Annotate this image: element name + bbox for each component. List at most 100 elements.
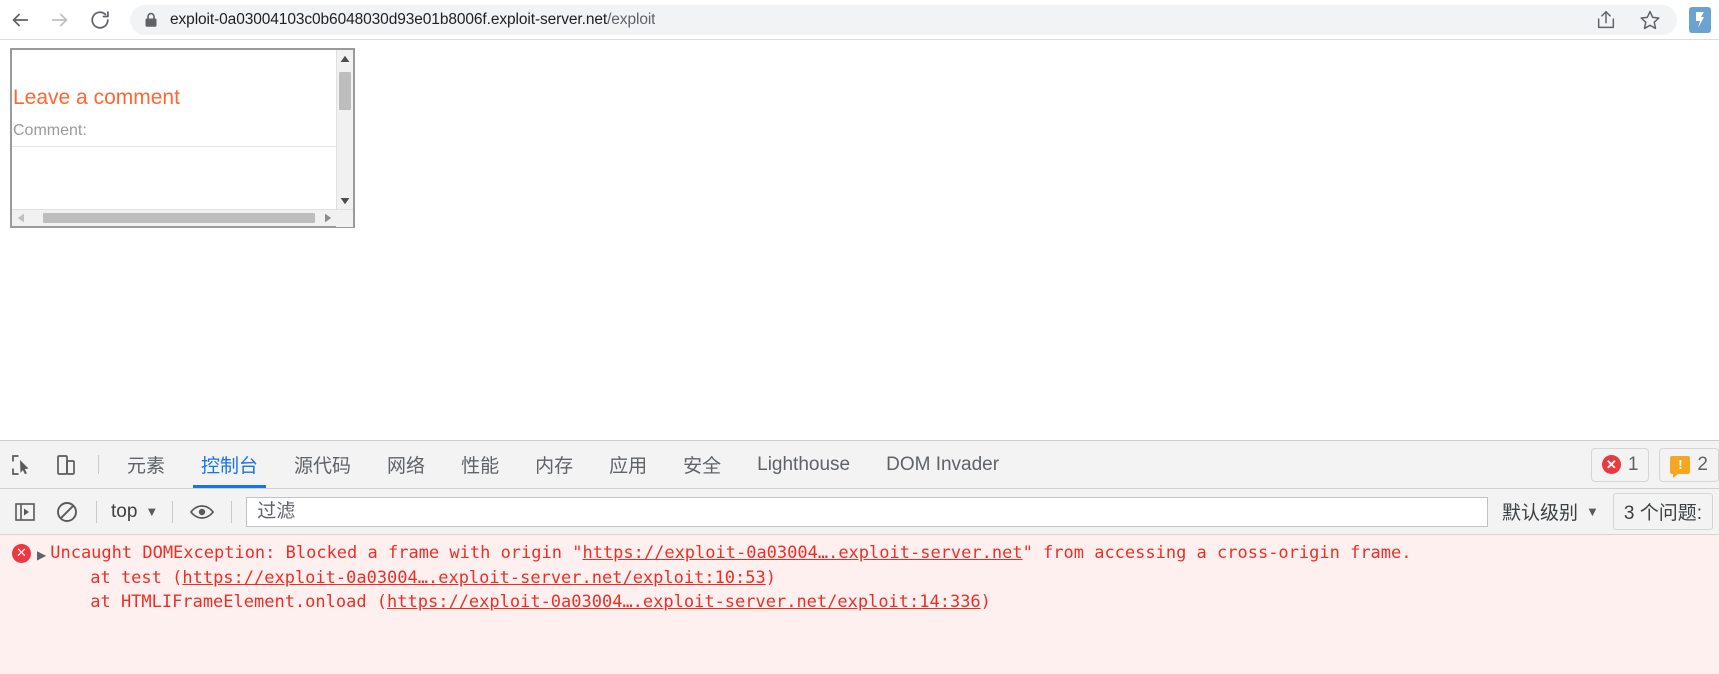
vertical-scroll-thumb[interactable] [339,72,351,110]
horizontal-scroll-thumb[interactable] [43,213,315,223]
stack-frame-link[interactable]: https://exploit-0a03004….exploit-server.… [387,592,981,612]
toolbar-divider-2 [172,500,174,523]
issues-button[interactable]: 3 个问题: [1612,493,1713,530]
comment-divider [12,146,336,148]
reload-icon [91,10,109,29]
omnibox-actions [1595,9,1667,31]
eye-icon [190,504,215,519]
tab-sources[interactable]: 源代码 [276,441,369,488]
devtools-panel: 元素 控制台 源代码 网络 性能 内存 应用 安全 Lighthouse DOM… [0,440,1719,674]
clear-console-button[interactable] [46,489,88,535]
device-toolbar-button[interactable] [44,441,88,488]
warning-icon: ! [1670,455,1691,478]
tab-network[interactable]: 网络 [369,441,443,488]
inspect-element-button[interactable] [0,441,44,488]
star-icon [1640,10,1660,29]
forward-button[interactable] [40,0,80,40]
toolbar-divider-3 [231,500,233,523]
chevron-left-icon [17,213,24,223]
iframe-vertical-scrollbar[interactable] [336,50,353,209]
stack-frame-text: at HTMLIFrameElement.onload ( [90,592,388,612]
tab-application[interactable]: 应用 [591,441,665,488]
url-text: exploit-0a03004103c0b6048030d93e01b8006f… [170,11,655,29]
error-count-label: 1 [1627,453,1639,475]
burp-extension-icon [1696,11,1704,28]
log-levels-selector[interactable]: 默认级别 ▼ [1496,498,1605,525]
chevron-down-icon: ▼ [145,504,159,519]
chevron-up-icon [340,55,350,62]
share-button[interactable] [1595,9,1617,31]
bookmark-button[interactable] [1639,9,1661,31]
tabbar-divider [98,455,99,474]
stack-frame-text-post: ) [765,567,776,588]
inspect-cursor-icon [12,454,29,475]
log-levels-label: 默认级别 [1501,503,1578,524]
reload-button[interactable] [80,0,120,40]
scroll-right-button[interactable] [319,210,336,227]
chevron-down-icon [340,197,350,204]
forward-arrow-icon [51,13,68,26]
scroll-up-button[interactable] [337,50,353,67]
warning-count-badge[interactable]: ! 2 [1659,447,1719,482]
clear-console-icon [57,501,77,522]
tab-lighthouse[interactable]: Lighthouse [739,441,868,488]
stack-frame-link[interactable]: https://exploit-0a03004….exploit-server.… [182,568,765,588]
console-message-line-3: at HTMLIFrameElement.onload (https://exp… [50,590,1411,615]
leave-a-comment-heading: Leave a comment [13,86,180,109]
chevron-down-icon: ▼ [1586,504,1599,519]
tab-performance[interactable]: 性能 [443,441,517,488]
console-filter-box[interactable] [246,496,1488,527]
vertical-scroll-track[interactable] [337,67,353,192]
horizontal-scroll-track[interactable] [29,210,319,226]
back-button[interactable] [0,0,40,40]
back-arrow-icon [12,13,29,26]
device-toolbar-icon [57,454,75,475]
toolbar-divider-1 [96,500,97,523]
execution-context-selector[interactable]: top ▼ [105,501,164,523]
devtools-tabbar: 元素 控制台 源代码 网络 性能 内存 应用 安全 Lighthouse DOM… [0,441,1719,489]
scroll-left-button[interactable] [12,210,29,227]
console-sidebar-toggle-button[interactable] [4,489,46,535]
error-icon: ✕ [1601,455,1621,474]
tab-elements[interactable]: 元素 [109,441,183,488]
console-message-lines: Uncaught DOMException: Blocked a frame w… [50,541,1411,615]
tab-dom-invader[interactable]: DOM Invader [868,441,1017,488]
iframe-horizontal-scrollbar[interactable] [12,209,353,227]
comment-iframe[interactable]: Leave a comment Comment: [10,48,355,228]
stack-frame-text-post: ) [980,592,991,612]
browser-toolbar: exploit-0a03004103c0b6048030d93e01b8006f… [0,0,1719,40]
message-text-pre: Uncaught DOMException: Blocked a frame w… [50,543,583,563]
tab-console[interactable]: 控制台 [183,441,276,488]
devtools-tab-list: 元素 控制台 源代码 网络 性能 内存 应用 安全 Lighthouse DOM… [109,441,1017,488]
iframe-content: Leave a comment Comment: [12,50,336,209]
console-output: ✕ ▶ Uncaught DOMException: Blocked a fra… [0,535,1719,674]
message-text-post: " from accessing a cross-origin frame. [1022,543,1412,563]
url-path: /exploit [607,10,656,28]
filter-input[interactable] [255,499,1479,524]
error-count-badge[interactable]: ✕ 1 [1590,447,1650,482]
expand-stacktrace-triangle-icon[interactable]: ▶ [37,543,46,568]
comment-field-label: Comment: [13,122,87,140]
origin-url-link[interactable]: https://exploit-0a03004….exploit-server.… [582,543,1022,563]
stack-frame-text: at test ( [90,567,183,588]
tab-security[interactable]: 安全 [665,441,739,488]
scroll-down-button[interactable] [337,192,353,209]
warning-count-label: 2 [1697,453,1708,475]
sidebar-panel-icon [15,502,35,521]
share-icon [1597,10,1615,28]
live-expression-button[interactable] [181,489,223,535]
tab-memory[interactable]: 内存 [517,441,591,488]
devtools-issue-badges: ✕ 1 ! 2 [1590,441,1719,488]
lock-icon [144,12,158,28]
console-message-line-2: at test (https://exploit-0a03004….exploi… [50,566,1411,591]
address-bar[interactable]: exploit-0a03004103c0b6048030d93e01b8006f… [130,4,1677,35]
console-toolbar: top ▼ 默认级别 ▼ 3 个问题: [0,489,1719,535]
error-icon: ✕ [12,544,31,563]
execution-context-value: top [111,500,138,522]
page-viewport: Leave a comment Comment: [0,40,1719,440]
chevron-right-icon [324,213,331,223]
console-message-line-1: Uncaught DOMException: Blocked a frame w… [50,541,1411,566]
scrollbar-corner [336,209,353,227]
extension-button[interactable] [1689,6,1711,33]
console-error-message[interactable]: ✕ ▶ Uncaught DOMException: Blocked a fra… [0,535,1719,615]
